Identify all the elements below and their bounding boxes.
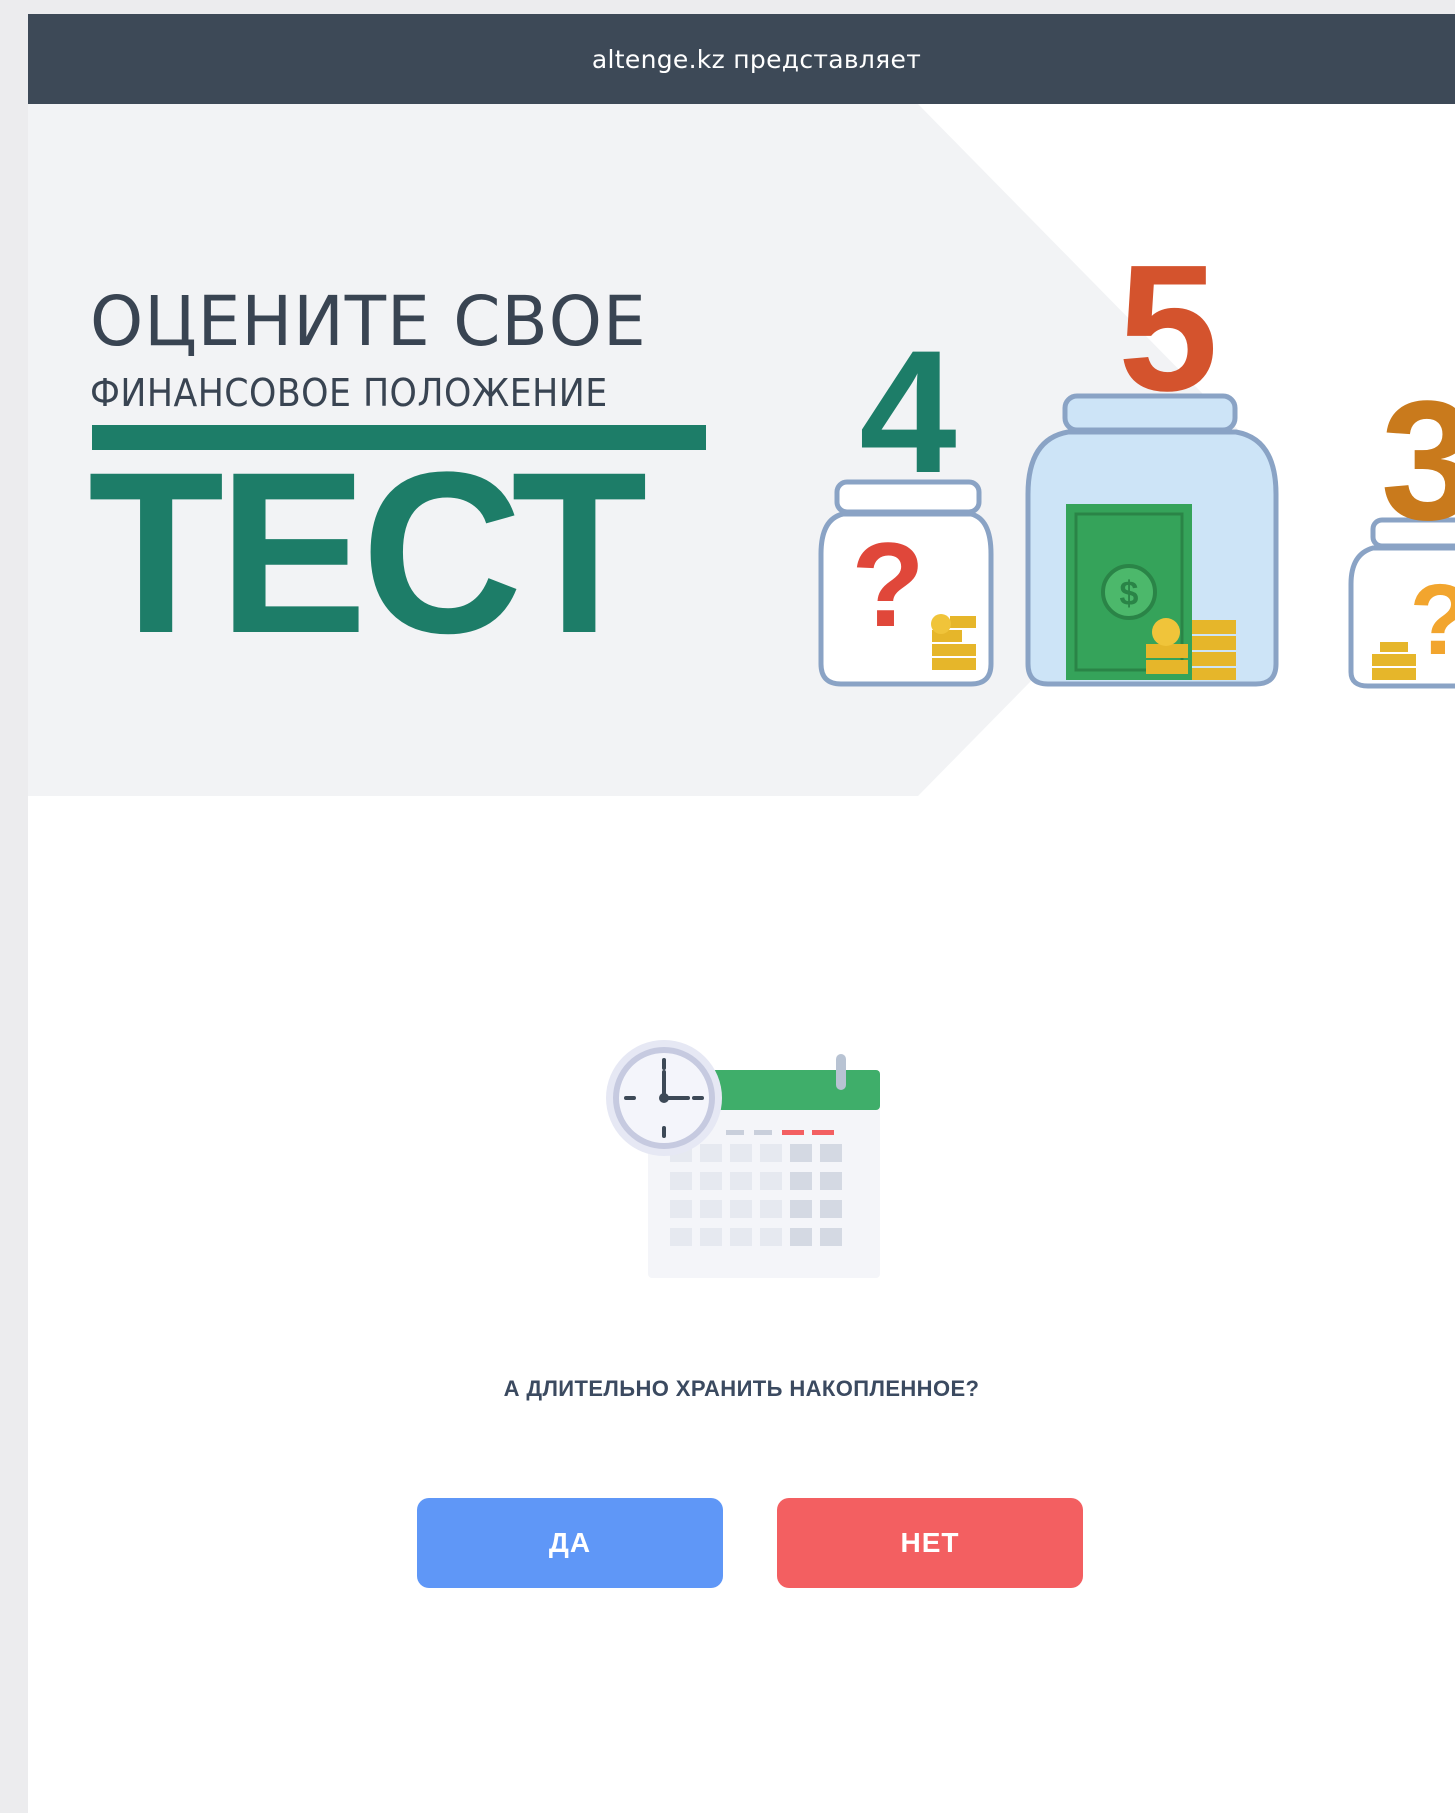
calendar-clock-icon: [606, 1040, 880, 1278]
jar-center: $ 5: [1025, 228, 1279, 687]
quiz-page: altenge.kz представляет ОЦЕНИТЕ СВОЕ ФИН…: [28, 14, 1455, 1813]
jar-center-number: 5: [1118, 228, 1218, 429]
no-button[interactable]: НЕТ: [777, 1498, 1083, 1588]
jar-right: ? 3: [1348, 366, 1455, 689]
jars-illustration: ? 4 $ 5 ?: [818, 228, 1455, 689]
quiz-question: А ДЛИТЕЛЬНО ХРАНИТЬ НАКОПЛЕННОЕ?: [503, 1376, 980, 1401]
yes-button[interactable]: ДА: [417, 1498, 723, 1588]
jar-right-question-mark: ?: [1409, 564, 1455, 676]
jar-left: ? 4: [818, 315, 994, 687]
jar-left-question-mark: ?: [851, 518, 924, 652]
jar-left-number: 4: [859, 315, 956, 510]
jar-right-number: 3: [1381, 366, 1455, 556]
jar-center-dollar: $: [1120, 575, 1139, 613]
